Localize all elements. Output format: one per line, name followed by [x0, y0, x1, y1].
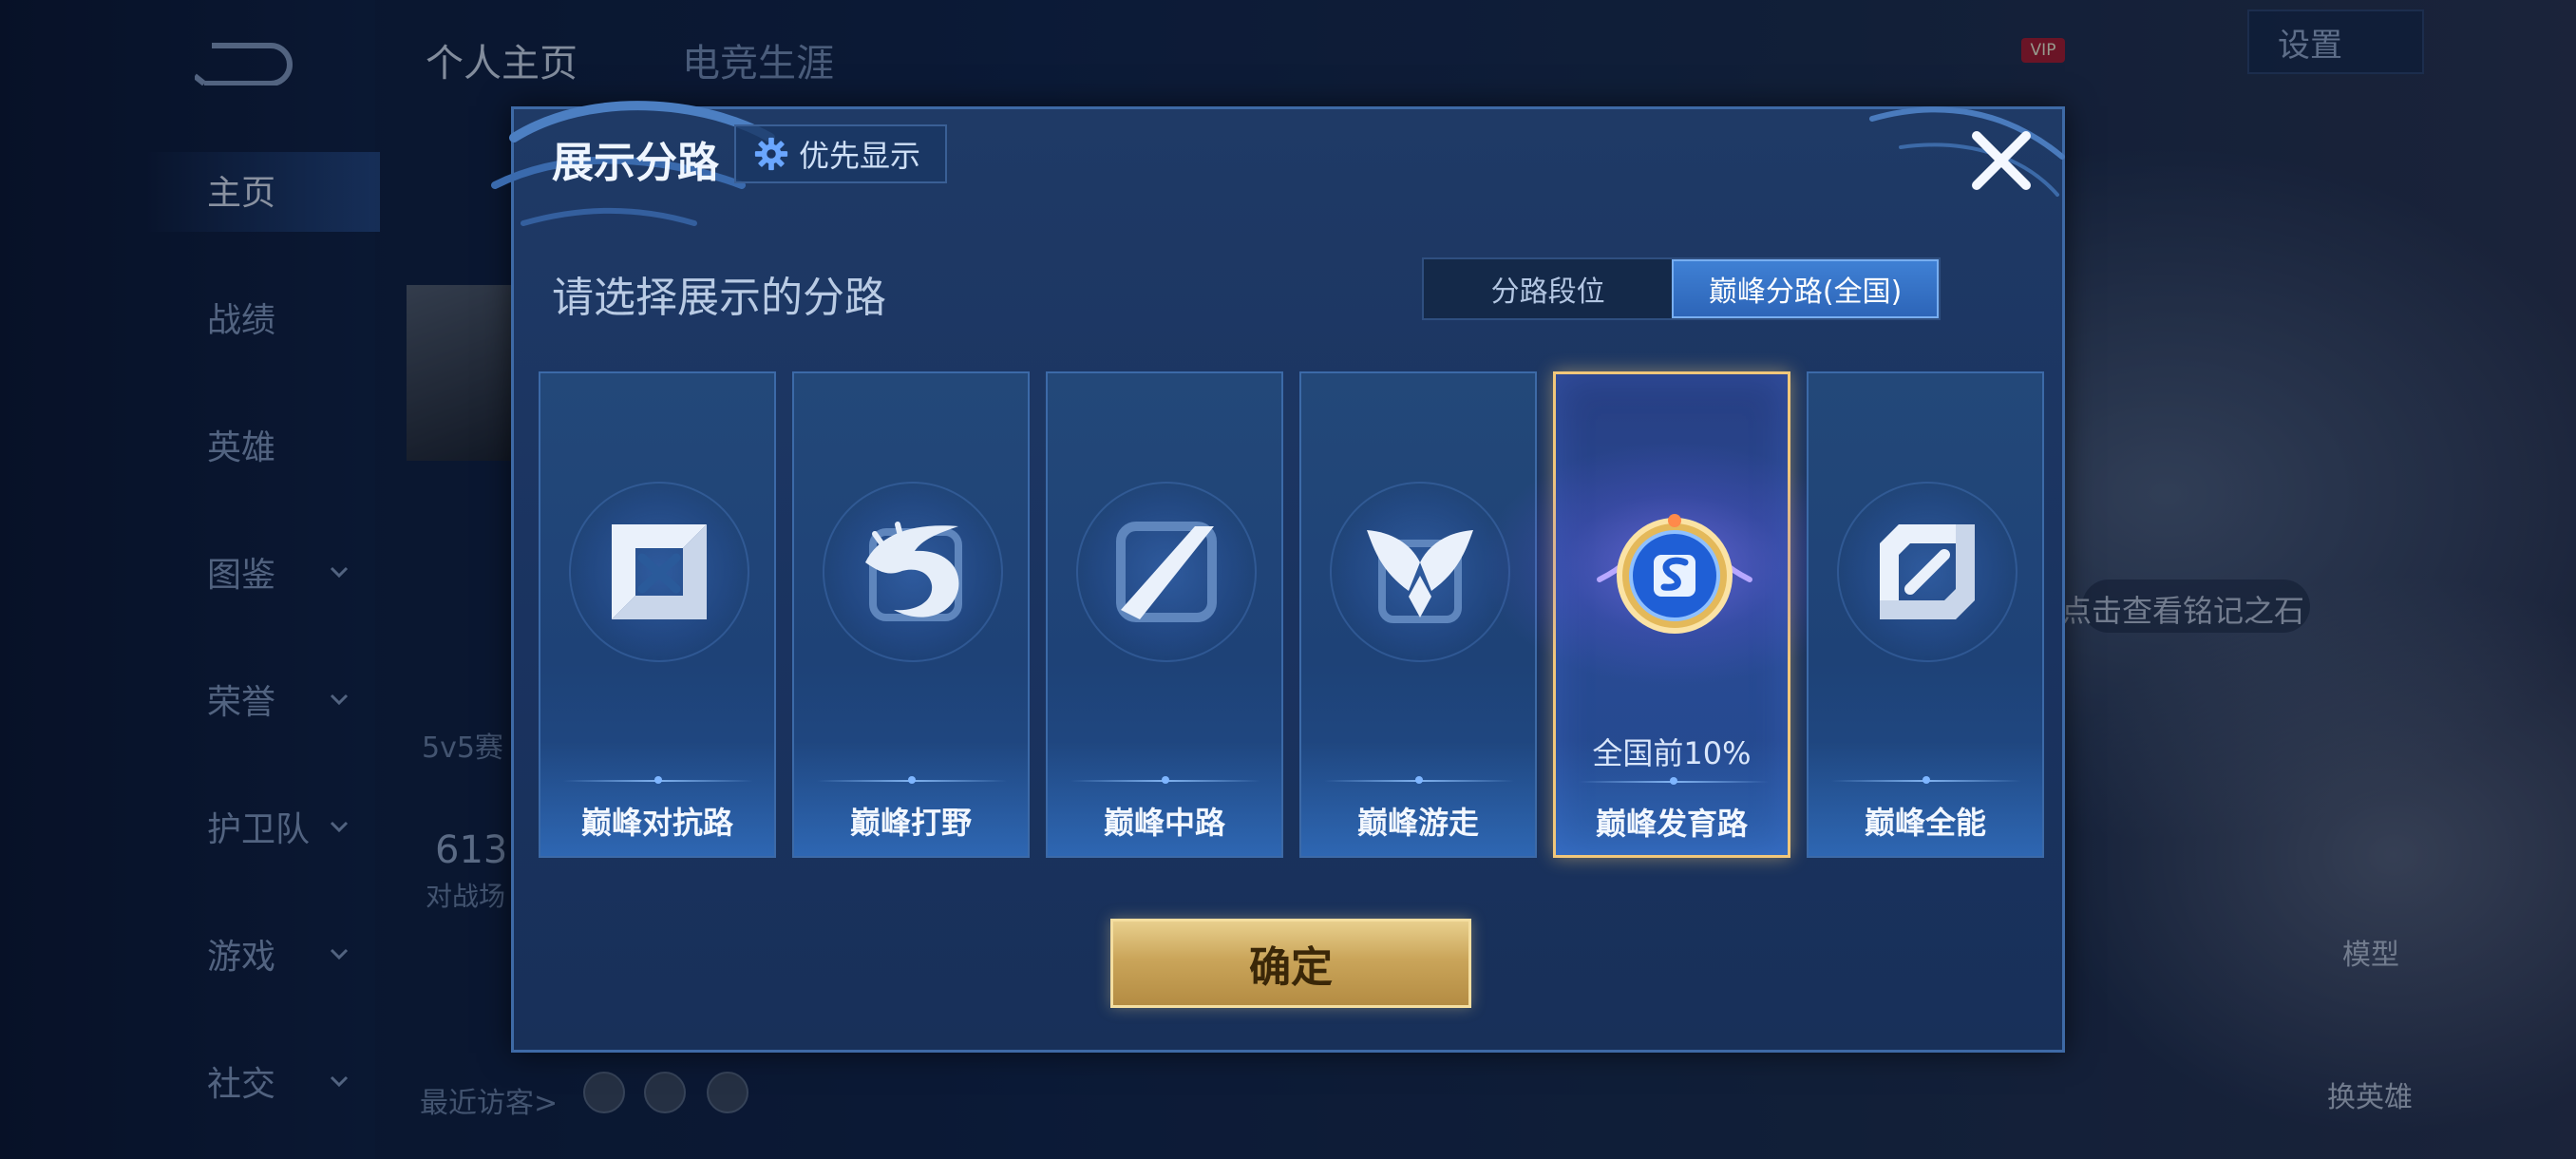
jungle-dragon-icon	[865, 522, 962, 621]
confirm-button[interactable]: 确定	[1110, 919, 1471, 1008]
lane-card-mid[interactable]: 巅峰中路	[1046, 371, 1283, 858]
priority-display-button[interactable]: 优先显示	[734, 124, 947, 183]
mid-lane-icon	[1116, 522, 1217, 622]
lane-display-dialog: 展示分路 优先显示 请选择展示的分路 分路段位 巅峰分路(全国) 巅峰对抗路 巅…	[491, 101, 2065, 1053]
rank-percentile: 全国前10%	[1592, 735, 1752, 771]
segment-peak-lane-national[interactable]: 巅峰分路(全国)	[1672, 259, 1939, 318]
lane-card-clash[interactable]: 巅峰对抗路	[539, 371, 776, 858]
lane-card-label: 巅峰全能	[1864, 805, 1986, 841]
all-round-icon	[1880, 524, 1975, 619]
card-divider-dot	[1923, 776, 1930, 784]
lane-select-prompt: 请选择展示的分路	[552, 274, 886, 322]
segment-lane-rank[interactable]: 分路段位	[1424, 259, 1672, 318]
roam-wings-icon	[1367, 530, 1473, 623]
lane-card-label: 巅峰游走	[1356, 805, 1479, 841]
close-icon[interactable]	[1965, 124, 2037, 197]
gear-icon	[754, 137, 788, 171]
priority-display-label: 优先显示	[799, 138, 921, 174]
card-divider-dot	[908, 776, 916, 784]
lane-card-label: 巅峰对抗路	[580, 805, 733, 841]
dialog-title: 展示分路	[552, 139, 719, 187]
lane-card-label: 巅峰中路	[1103, 805, 1225, 841]
lane-card-label: 巅峰打野	[849, 805, 972, 841]
card-divider-dot	[1162, 776, 1169, 784]
clash-lane-icon	[612, 524, 707, 619]
lane-card-farm[interactable]: 全国前10% 巅峰发育路	[1480, 371, 1869, 858]
lane-mode-segmented-control: 分路段位 巅峰分路(全国)	[1422, 257, 1941, 320]
lane-card-list: 巅峰对抗路 巅峰打野 巅峰中路 巅峰游走 全国前10% 巅峰发育路 巅峰全能	[539, 371, 2044, 858]
card-divider-dot	[1415, 776, 1423, 784]
lane-card-all-round[interactable]: 巅峰全能	[1807, 371, 2044, 858]
card-divider-dot	[654, 776, 662, 784]
lane-card-label: 巅峰发育路	[1595, 806, 1748, 842]
farm-lane-badge-icon	[1597, 514, 1752, 634]
lane-card-jungle[interactable]: 巅峰打野	[792, 371, 1030, 858]
card-divider-dot	[1670, 777, 1677, 785]
